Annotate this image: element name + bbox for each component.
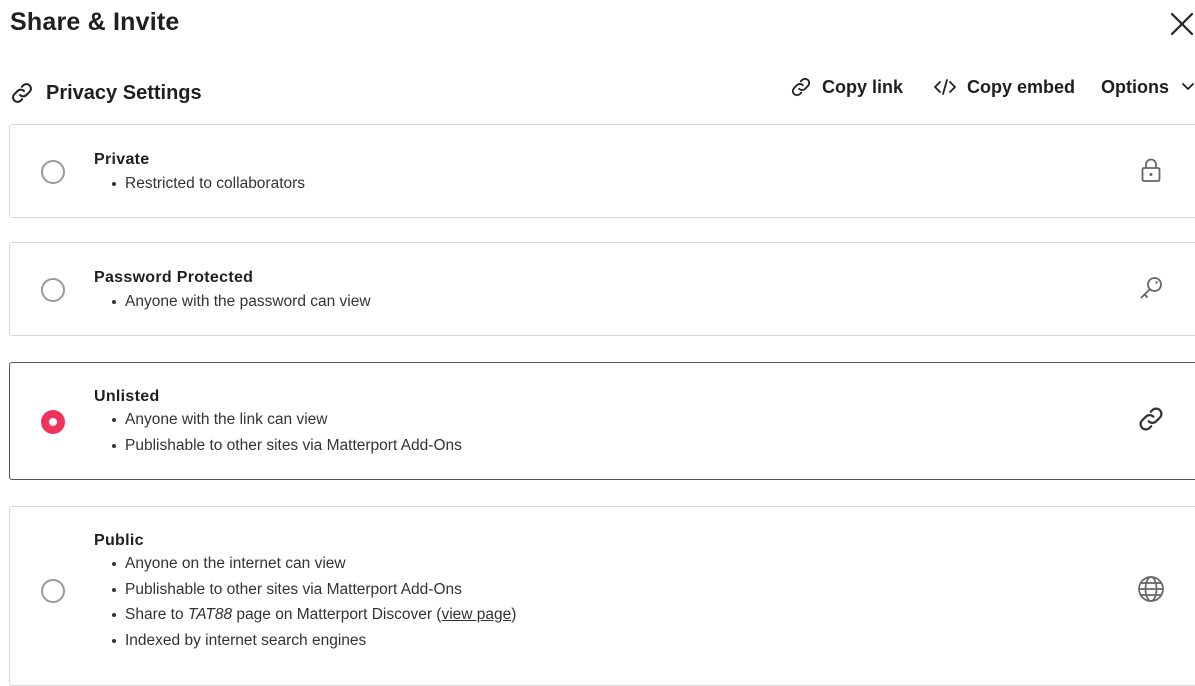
- options-dropdown[interactable]: Options: [1101, 77, 1195, 98]
- option-title: Unlisted: [94, 388, 160, 405]
- radio-password-protected[interactable]: [41, 278, 65, 302]
- list-item: Anyone with the password can view: [94, 289, 371, 315]
- radio-unlisted[interactable]: [41, 410, 65, 434]
- close-button[interactable]: [1168, 10, 1195, 38]
- space-name: TAT88: [187, 606, 233, 623]
- list-item: Publishable to other sites via Matterpor…: [94, 433, 462, 459]
- list-item: Anyone on the internet can view: [94, 551, 516, 577]
- list-item: Indexed by internet search engines: [94, 628, 516, 654]
- radio-public[interactable]: [41, 579, 65, 603]
- option-title: Password Protected: [94, 269, 254, 286]
- privacy-option-password-protected[interactable]: Password Protected Anyone with the passw…: [9, 242, 1195, 336]
- privacy-option-unlisted[interactable]: Unlisted Anyone with the link can view P…: [9, 362, 1195, 480]
- copy-link-button[interactable]: Copy link: [790, 76, 903, 98]
- radio-private[interactable]: [41, 160, 65, 184]
- privacy-settings-header: Privacy Settings: [10, 78, 202, 108]
- options-label: Options: [1101, 76, 1169, 97]
- share-toolbar: Copy link Copy embed Options: [790, 72, 1195, 102]
- link-icon: [790, 76, 812, 98]
- close-icon: [1170, 12, 1194, 36]
- view-page-link[interactable]: view page: [441, 606, 511, 623]
- privacy-option-public[interactable]: Public Anyone on the internet can view P…: [9, 506, 1195, 686]
- copy-embed-label: Copy embed: [966, 76, 1075, 97]
- link-icon: [1137, 405, 1165, 433]
- option-bullets: Anyone with the password can view: [94, 289, 371, 315]
- option-bullets: Restricted to collaborators: [94, 171, 305, 197]
- option-bullets: Anyone with the link can view Publishabl…: [94, 407, 462, 458]
- privacy-settings-heading: Privacy Settings: [46, 81, 202, 104]
- copy-embed-button[interactable]: Copy embed: [933, 76, 1075, 98]
- key-icon: [1137, 274, 1165, 302]
- list-item: Share to TAT88 page on Matterport Discov…: [94, 602, 516, 628]
- list-item: Anyone with the link can view: [94, 407, 462, 433]
- dialog-title: Share & Invite: [10, 8, 180, 36]
- chevron-down-icon: [1181, 82, 1195, 92]
- list-item: Publishable to other sites via Matterpor…: [94, 577, 516, 603]
- list-item: Restricted to collaborators: [94, 171, 305, 197]
- lock-icon: [1137, 156, 1165, 184]
- option-title: Private: [94, 151, 150, 168]
- privacy-option-private[interactable]: Private Restricted to collaborators: [9, 124, 1195, 218]
- globe-icon: [1137, 575, 1165, 603]
- link-icon: [10, 81, 34, 105]
- option-bullets: Anyone on the internet can view Publisha…: [94, 551, 516, 653]
- option-title: Public: [94, 532, 144, 549]
- copy-link-label: Copy link: [821, 76, 903, 97]
- code-icon: [933, 76, 957, 98]
